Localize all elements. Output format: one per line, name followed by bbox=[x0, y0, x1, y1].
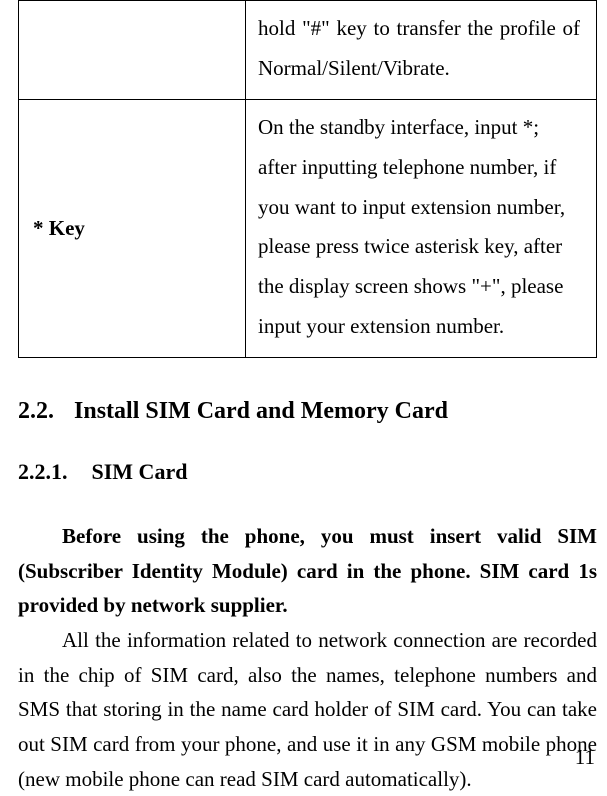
paragraph-body: All the information related to network c… bbox=[18, 623, 597, 796]
subsection-title: SIM Card bbox=[92, 459, 188, 484]
cell-key-empty bbox=[19, 1, 246, 100]
page-number: 11 bbox=[575, 745, 595, 770]
subsection-heading: 2.2.1. SIM Card bbox=[18, 459, 597, 485]
key-function-table: hold "#" key to transfer the profile of … bbox=[18, 0, 597, 358]
section-heading: 2.2. Install SIM Card and Memory Card bbox=[18, 398, 597, 425]
cell-desc-star-text: On the standby interface, input *; after… bbox=[258, 108, 580, 347]
table-row: hold "#" key to transfer the profile of … bbox=[19, 1, 597, 100]
section-number: 2.2. bbox=[18, 398, 54, 425]
subsection-number: 2.2.1. bbox=[18, 459, 68, 485]
cell-desc-hash: hold "#" key to transfer the profile of … bbox=[246, 1, 597, 100]
cell-desc-star: On the standby interface, input *; after… bbox=[246, 99, 597, 357]
section-title: Install SIM Card and Memory Card bbox=[74, 398, 448, 424]
table-row: * Key On the standby interface, input *;… bbox=[19, 99, 597, 357]
paragraph-bold: Before using the phone, you must insert … bbox=[18, 519, 597, 623]
cell-key-star: * Key bbox=[19, 99, 246, 357]
